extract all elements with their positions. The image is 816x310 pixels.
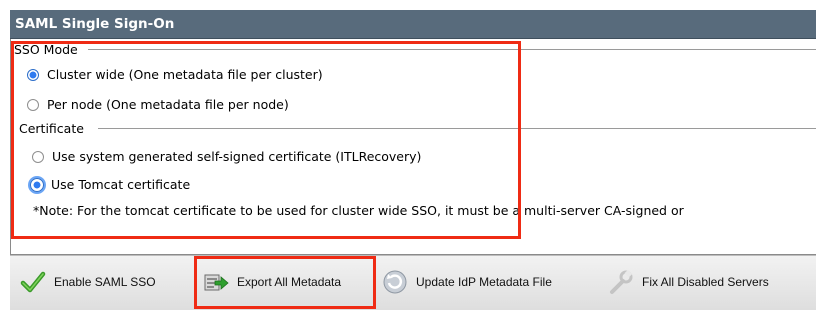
update-idp-metadata-label: Update IdP Metadata File [416,275,552,289]
section-title: SAML Single Sign-On [15,16,175,32]
update-idp-metadata-button[interactable]: Update IdP Metadata File [382,255,552,309]
fix-all-disabled-servers-label: Fix All Disabled Servers [642,275,769,289]
enable-saml-sso-button[interactable]: Enable SAML SSO [20,255,156,309]
section-header: SAML Single Sign-On [10,10,816,39]
fix-all-disabled-servers-button[interactable]: Fix All Disabled Servers [608,255,769,309]
checkmark-icon [20,269,46,295]
enable-saml-sso-label: Enable SAML SSO [54,275,156,289]
sso-settings-highlight [11,41,521,239]
wrench-icon [608,269,634,295]
refresh-icon [382,269,408,295]
export-button-highlight [194,256,376,309]
